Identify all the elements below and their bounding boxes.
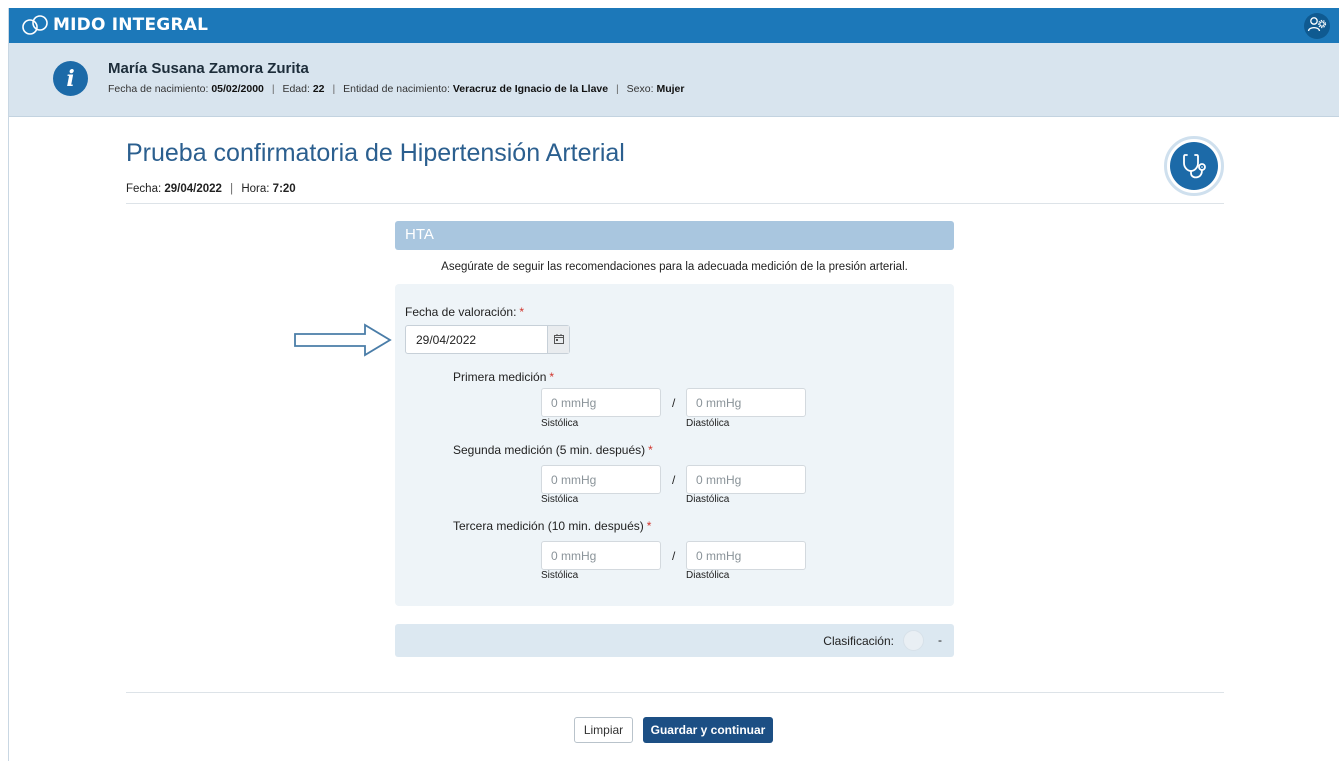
assessment-date-label: Fecha de valoración: * xyxy=(405,305,524,319)
time-value: 7:20 xyxy=(272,183,296,195)
classification-indicator xyxy=(903,630,924,651)
birth-date-label: Fecha de nacimiento: xyxy=(108,83,209,95)
first-diastolic-input[interactable] xyxy=(686,388,806,417)
label-text: Fecha de valoración: xyxy=(405,305,517,319)
label-text: Tercera medición (10 min. después) xyxy=(453,519,644,533)
second-diastolic-input[interactable] xyxy=(686,465,806,494)
classification-bar: Clasificación: - xyxy=(395,624,954,657)
pointer-arrow-icon xyxy=(294,323,394,362)
slash-separator: / xyxy=(672,396,676,410)
save-continue-button[interactable]: Guardar y continuar xyxy=(643,717,773,743)
user-settings-icon xyxy=(1307,16,1327,37)
app-logo[interactable]: MIDO INTEGRAL xyxy=(21,13,208,37)
required-mark: * xyxy=(549,370,555,384)
classification-label: Clasificación: xyxy=(823,634,894,648)
calendar-icon xyxy=(553,331,564,349)
birth-entity-value: Veracruz de Ignacio de la Llave xyxy=(452,83,609,95)
separator: | xyxy=(616,83,619,95)
third-measurement-label: Tercera medición (10 min. después) * xyxy=(453,519,651,533)
app-window: MIDO INTEGRAL i María Susana Zamora Zuri… xyxy=(8,8,1339,761)
first-measurement-label: Primera medición * xyxy=(453,370,554,384)
assessment-date-input[interactable] xyxy=(406,326,547,353)
systolic-caption: Sistólica xyxy=(541,418,579,429)
patient-details: Fecha de nacimiento: 05/02/2000 | Edad: … xyxy=(108,83,684,95)
birth-date-value: 05/02/2000 xyxy=(211,83,264,95)
third-diastolic-input[interactable] xyxy=(686,541,806,570)
classification-value: - xyxy=(938,633,942,647)
diastolic-caption: Diastólica xyxy=(686,418,730,429)
third-systolic-input[interactable] xyxy=(541,541,661,570)
label-text: Primera medición xyxy=(453,370,547,384)
second-systolic-input[interactable] xyxy=(541,465,661,494)
app-title: MIDO INTEGRAL xyxy=(53,15,209,35)
infinity-link-icon xyxy=(21,14,49,36)
divider xyxy=(126,203,1224,204)
diastolic-caption: Diastólica xyxy=(686,494,730,505)
sex-value: Mujer xyxy=(656,83,685,95)
required-mark: * xyxy=(519,305,525,319)
date-label: Fecha: xyxy=(126,183,162,195)
advice-text: Asegúrate de seguir las recomendaciones … xyxy=(441,261,908,273)
slash-separator: / xyxy=(672,473,676,487)
sex-label: Sexo: xyxy=(626,83,654,95)
second-measurement-label: Segunda medición (5 min. después) * xyxy=(453,443,653,457)
stethoscope-badge xyxy=(1164,136,1224,196)
systolic-caption: Sistólica xyxy=(541,570,579,581)
separator: | xyxy=(230,183,234,195)
time-label: Hora: xyxy=(241,183,270,195)
age-label: Edad: xyxy=(282,83,310,95)
clear-button[interactable]: Limpiar xyxy=(574,717,633,743)
slash-separator: / xyxy=(672,549,676,563)
divider xyxy=(126,692,1224,693)
user-settings-button[interactable] xyxy=(1304,13,1330,39)
diastolic-caption: Diastólica xyxy=(686,570,730,581)
page-title: Prueba confirmatoria de Hipertensión Art… xyxy=(126,139,625,167)
page-datetime: Fecha: 29/04/2022 | Hora: 7:20 xyxy=(126,183,296,195)
assessment-date-field xyxy=(405,325,570,354)
patient-info-bar: i María Susana Zamora Zurita Fecha de na… xyxy=(9,43,1339,117)
first-systolic-input[interactable] xyxy=(541,388,661,417)
calendar-button[interactable] xyxy=(547,326,569,353)
stethoscope-icon xyxy=(1170,142,1218,190)
date-value: 29/04/2022 xyxy=(164,183,222,195)
required-mark: * xyxy=(646,519,652,533)
birth-entity-label: Entidad de nacimiento: xyxy=(343,83,450,95)
age-value: 22 xyxy=(312,83,325,95)
section-header: HTA xyxy=(395,221,954,250)
required-mark: * xyxy=(648,443,653,457)
separator: | xyxy=(332,83,336,95)
info-icon: i xyxy=(53,61,88,96)
label-text: Segunda medición (5 min. después) xyxy=(453,443,646,457)
patient-name: María Susana Zamora Zurita xyxy=(108,60,309,77)
top-bar: MIDO INTEGRAL xyxy=(9,8,1339,43)
separator: | xyxy=(271,83,275,95)
systolic-caption: Sistólica xyxy=(541,494,579,505)
